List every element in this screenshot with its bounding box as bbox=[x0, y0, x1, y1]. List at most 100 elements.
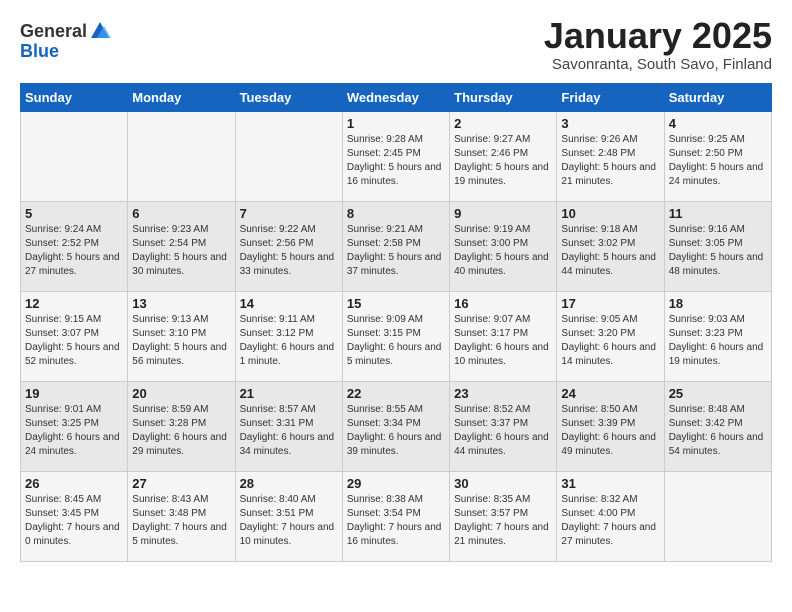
month-title: January 2025 bbox=[544, 16, 772, 56]
day-info: Sunrise: 8:52 AM Sunset: 3:37 PM Dayligh… bbox=[454, 403, 552, 459]
day-info: Sunrise: 9:27 AM Sunset: 2:46 PM Dayligh… bbox=[454, 133, 552, 189]
header-friday: Friday bbox=[557, 83, 664, 111]
calendar-cell bbox=[21, 111, 128, 201]
calendar-cell: 29 Sunrise: 8:38 AM Sunset: 3:54 PM Dayli… bbox=[342, 471, 449, 561]
day-number: 3 bbox=[561, 116, 659, 131]
day-number: 7 bbox=[240, 206, 338, 221]
calendar-cell: 28Sunrise: 8:40 AM Sunset: 3:51 PM Dayli… bbox=[235, 471, 342, 561]
header-monday: Monday bbox=[128, 83, 235, 111]
logo-icon bbox=[89, 20, 111, 42]
header-saturday: Saturday bbox=[664, 83, 771, 111]
day-info: Sunrise: 9:26 AM Sunset: 2:48 PM Dayligh… bbox=[561, 133, 659, 189]
calendar-cell: 19 Sunrise: 9:01 AM Sunset: 3:25 PM Dayli… bbox=[21, 381, 128, 471]
day-number: 1 bbox=[347, 116, 445, 131]
calendar-cell: 9Sunrise: 9:19 AM Sunset: 3:00 PM Daylig… bbox=[450, 201, 557, 291]
day-info: Sunrise: 9:23 AM Sunset: 2:54 PM Dayligh… bbox=[132, 223, 230, 279]
day-number: 8 bbox=[347, 206, 445, 221]
calendar-week-row: 26 Sunrise: 8:45 AM Sunset: 3:45 PM Dayli… bbox=[21, 471, 772, 561]
day-number: 10 bbox=[561, 206, 659, 221]
day-number: 6 bbox=[132, 206, 230, 221]
day-number: 2 bbox=[454, 116, 552, 131]
day-number: 30 bbox=[454, 476, 552, 491]
day-number: 23 bbox=[454, 386, 552, 401]
day-number: 21 bbox=[240, 386, 338, 401]
day-info: Sunrise: 9:05 AM Sunset: 3:20 PM Dayligh… bbox=[561, 313, 659, 369]
location-subtitle: Savonranta, South Savo, Finland bbox=[544, 56, 772, 73]
calendar-week-row: 1Sunrise: 9:28 AM Sunset: 2:45 PM Daylig… bbox=[21, 111, 772, 201]
calendar-cell: 6 Sunrise: 9:23 AM Sunset: 2:54 PM Daylig… bbox=[128, 201, 235, 291]
header-wednesday: Wednesday bbox=[342, 83, 449, 111]
day-info: Sunrise: 9:07 AM Sunset: 3:17 PM Dayligh… bbox=[454, 313, 552, 369]
calendar-cell: 5 Sunrise: 9:24 AM Sunset: 2:52 PM Daylig… bbox=[21, 201, 128, 291]
calendar-cell: 30 Sunrise: 8:35 AM Sunset: 3:57 PM Dayli… bbox=[450, 471, 557, 561]
day-number: 12 bbox=[25, 296, 123, 311]
day-info: Sunrise: 8:45 AM Sunset: 3:45 PM Dayligh… bbox=[25, 493, 123, 549]
day-info: Sunrise: 8:57 AM Sunset: 3:31 PM Dayligh… bbox=[240, 403, 338, 459]
day-info: Sunrise: 9:25 AM Sunset: 2:50 PM Dayligh… bbox=[669, 133, 767, 189]
title-area: January 2025 Savonranta, South Savo, Fin… bbox=[544, 16, 772, 73]
calendar-cell: 7 Sunrise: 9:22 AM Sunset: 2:56 PM Daylig… bbox=[235, 201, 342, 291]
day-number: 27 bbox=[132, 476, 230, 491]
calendar-cell: 24Sunrise: 8:50 AM Sunset: 3:39 PM Dayli… bbox=[557, 381, 664, 471]
calendar-week-row: 19 Sunrise: 9:01 AM Sunset: 3:25 PM Dayli… bbox=[21, 381, 772, 471]
day-number: 15 bbox=[347, 296, 445, 311]
calendar-cell: 20Sunrise: 8:59 AM Sunset: 3:28 PM Dayli… bbox=[128, 381, 235, 471]
day-number: 31 bbox=[561, 476, 659, 491]
calendar-week-row: 12 Sunrise: 9:15 AM Sunset: 3:07 PM Dayli… bbox=[21, 291, 772, 381]
logo: General Blue bbox=[20, 20, 111, 62]
day-number: 25 bbox=[669, 386, 767, 401]
day-info: Sunrise: 9:11 AM Sunset: 3:12 PM Dayligh… bbox=[240, 313, 338, 369]
calendar-cell: 3 Sunrise: 9:26 AM Sunset: 2:48 PM Daylig… bbox=[557, 111, 664, 201]
calendar-cell: 21 Sunrise: 8:57 AM Sunset: 3:31 PM Dayli… bbox=[235, 381, 342, 471]
day-info: Sunrise: 9:01 AM Sunset: 3:25 PM Dayligh… bbox=[25, 403, 123, 459]
day-info: Sunrise: 9:15 AM Sunset: 3:07 PM Dayligh… bbox=[25, 313, 123, 369]
calendar-cell bbox=[128, 111, 235, 201]
day-info: Sunrise: 8:35 AM Sunset: 3:57 PM Dayligh… bbox=[454, 493, 552, 549]
calendar-cell bbox=[235, 111, 342, 201]
day-number: 26 bbox=[25, 476, 123, 491]
day-info: Sunrise: 9:24 AM Sunset: 2:52 PM Dayligh… bbox=[25, 223, 123, 279]
day-info: Sunrise: 8:55 AM Sunset: 3:34 PM Dayligh… bbox=[347, 403, 445, 459]
calendar-cell: 23 Sunrise: 8:52 AM Sunset: 3:37 PM Dayli… bbox=[450, 381, 557, 471]
header: General Blue January 2025 Savonranta, So… bbox=[20, 16, 772, 73]
day-number: 24 bbox=[561, 386, 659, 401]
calendar-cell: 27 Sunrise: 8:43 AM Sunset: 3:48 PM Dayli… bbox=[128, 471, 235, 561]
calendar-cell: 14 Sunrise: 9:11 AM Sunset: 3:12 PM Dayli… bbox=[235, 291, 342, 381]
calendar-cell: 1Sunrise: 9:28 AM Sunset: 2:45 PM Daylig… bbox=[342, 111, 449, 201]
day-number: 18 bbox=[669, 296, 767, 311]
day-info: Sunrise: 8:32 AM Sunset: 4:00 PM Dayligh… bbox=[561, 493, 659, 549]
calendar-cell bbox=[664, 471, 771, 561]
day-number: 4 bbox=[669, 116, 767, 131]
day-info: Sunrise: 8:38 AM Sunset: 3:54 PM Dayligh… bbox=[347, 493, 445, 549]
calendar-cell: 10 Sunrise: 9:18 AM Sunset: 3:02 PM Dayli… bbox=[557, 201, 664, 291]
logo-general: General bbox=[20, 22, 87, 40]
logo-blue: Blue bbox=[20, 41, 59, 61]
calendar-cell: 15 Sunrise: 9:09 AM Sunset: 3:15 PM Dayli… bbox=[342, 291, 449, 381]
day-info: Sunrise: 9:22 AM Sunset: 2:56 PM Dayligh… bbox=[240, 223, 338, 279]
header-sunday: Sunday bbox=[21, 83, 128, 111]
day-number: 29 bbox=[347, 476, 445, 491]
day-info: Sunrise: 9:03 AM Sunset: 3:23 PM Dayligh… bbox=[669, 313, 767, 369]
calendar-cell: 13Sunrise: 9:13 AM Sunset: 3:10 PM Dayli… bbox=[128, 291, 235, 381]
day-number: 13 bbox=[132, 296, 230, 311]
day-number: 5 bbox=[25, 206, 123, 221]
calendar-week-row: 5 Sunrise: 9:24 AM Sunset: 2:52 PM Daylig… bbox=[21, 201, 772, 291]
day-number: 20 bbox=[132, 386, 230, 401]
calendar-cell: 25Sunrise: 8:48 AM Sunset: 3:42 PM Dayli… bbox=[664, 381, 771, 471]
calendar-cell: 12 Sunrise: 9:15 AM Sunset: 3:07 PM Dayli… bbox=[21, 291, 128, 381]
day-info: Sunrise: 8:43 AM Sunset: 3:48 PM Dayligh… bbox=[132, 493, 230, 549]
day-number: 11 bbox=[669, 206, 767, 221]
calendar-cell: 16 Sunrise: 9:07 AM Sunset: 3:17 PM Dayli… bbox=[450, 291, 557, 381]
calendar-cell: 8Sunrise: 9:21 AM Sunset: 2:58 PM Daylig… bbox=[342, 201, 449, 291]
day-info: Sunrise: 8:40 AM Sunset: 3:51 PM Dayligh… bbox=[240, 493, 338, 549]
calendar-cell: 4 Sunrise: 9:25 AM Sunset: 2:50 PM Daylig… bbox=[664, 111, 771, 201]
calendar-cell: 2 Sunrise: 9:27 AM Sunset: 2:46 PM Daylig… bbox=[450, 111, 557, 201]
day-number: 19 bbox=[25, 386, 123, 401]
day-number: 17 bbox=[561, 296, 659, 311]
day-info: Sunrise: 9:09 AM Sunset: 3:15 PM Dayligh… bbox=[347, 313, 445, 369]
calendar-cell: 22Sunrise: 8:55 AM Sunset: 3:34 PM Dayli… bbox=[342, 381, 449, 471]
weekday-header-row: Sunday Monday Tuesday Wednesday Thursday… bbox=[21, 83, 772, 111]
day-number: 14 bbox=[240, 296, 338, 311]
day-info: Sunrise: 9:18 AM Sunset: 3:02 PM Dayligh… bbox=[561, 223, 659, 279]
day-number: 16 bbox=[454, 296, 552, 311]
